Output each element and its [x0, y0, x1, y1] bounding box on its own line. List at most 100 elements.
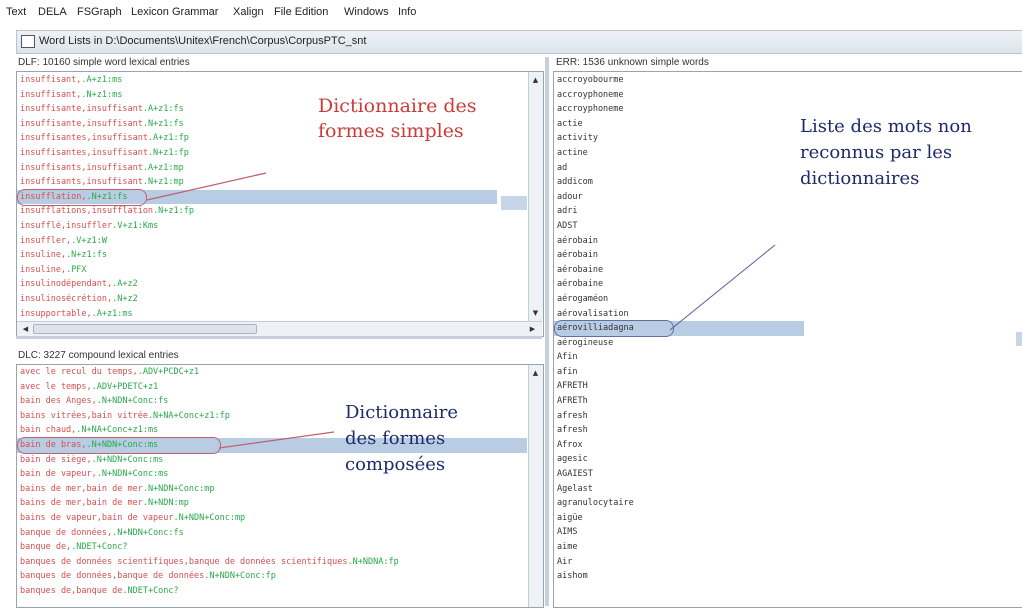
- entry-lemma: insuline,: [20, 264, 67, 275]
- window-icon: [21, 35, 35, 48]
- entry-code: .N+NA+Conc+z1:fp: [147, 410, 230, 421]
- list-item[interactable]: AFRETh: [554, 394, 804, 409]
- list-item[interactable]: addicom: [554, 175, 804, 190]
- list-item[interactable]: ADST: [554, 219, 804, 234]
- list-item[interactable]: Agelast: [554, 482, 804, 497]
- menu-bar: Text DELA FSGraph Lexicon Grammar Xalign…: [0, 0, 1022, 26]
- list-item[interactable]: Afin: [554, 350, 804, 365]
- entry-code: .A+z1:mp: [142, 162, 184, 173]
- highlight-circle: [554, 320, 674, 338]
- list-item[interactable]: insufflations,insufflation.N+z1:fp: [17, 204, 497, 219]
- err-right-marker: [1016, 332, 1022, 346]
- list-item[interactable]: activity: [554, 131, 804, 146]
- list-item[interactable]: aérobaine: [554, 277, 804, 292]
- list-item[interactable]: afin: [554, 365, 804, 380]
- list-item[interactable]: aérogaméon: [554, 292, 804, 307]
- list-item[interactable]: insuffisantes,insuffisant.N+z1:fp: [17, 146, 497, 161]
- scroll-left-icon[interactable]: ◀: [19, 323, 32, 335]
- list-item[interactable]: Afrox: [554, 438, 804, 453]
- entry-code: .PFX: [66, 264, 87, 275]
- list-item[interactable]: insulinodépendant,.A+z2: [17, 277, 497, 292]
- entry-code: .NDET+Conc?: [122, 585, 179, 596]
- entry-code: .ADV+PDETC+z1: [91, 381, 159, 392]
- list-item[interactable]: insulinosécrétion,.N+z2: [17, 292, 497, 307]
- list-item[interactable]: insuline,.N+z1:fs: [17, 248, 497, 263]
- dlf-vertical-scrollbar[interactable]: ▲ ▼: [528, 72, 543, 321]
- err-header: ERR: 1536 unknown simple words: [556, 57, 709, 68]
- menu-windows[interactable]: Windows: [344, 6, 389, 18]
- list-item[interactable]: insuffler,.V+z1:W: [17, 234, 497, 249]
- dlc-vertical-scrollbar[interactable]: ▲: [528, 365, 543, 607]
- list-item[interactable]: banques de données,banque de données.N+N…: [17, 569, 527, 584]
- list-item[interactable]: insufflé,insuffler.V+z1:Kms: [17, 219, 497, 234]
- list-item[interactable]: aérobaine: [554, 263, 804, 278]
- vertical-split-divider[interactable]: [545, 57, 549, 606]
- list-item[interactable]: aérobain: [554, 248, 804, 263]
- list-item[interactable]: afresh: [554, 409, 804, 424]
- list-item[interactable]: bains de mer,bain de mer.N+NDN+Conc:mp: [17, 482, 527, 497]
- list-item[interactable]: bains de vapeur,bain de vapeur.N+NDN+Con…: [17, 511, 527, 526]
- list-item[interactable]: actie: [554, 117, 804, 132]
- list-item[interactable]: afresh: [554, 423, 804, 438]
- list-item[interactable]: banques de données scientifiques,banque …: [17, 555, 527, 570]
- list-item[interactable]: Air: [554, 555, 804, 570]
- list-item[interactable]: ad: [554, 161, 804, 176]
- entry-lemma: insuffisantes,insuffisant: [20, 133, 148, 144]
- list-item[interactable]: adour: [554, 190, 804, 205]
- entry-lemma: bains vitrées,bain vitrée: [20, 410, 148, 421]
- menu-text[interactable]: Text: [6, 6, 26, 18]
- list-item[interactable]: banque de données,.N+NDN+Conc:fs: [17, 526, 527, 541]
- list-item[interactable]: insuffisants,insuffisant.N+z1:mp: [17, 175, 497, 190]
- entry-lemma: insulinodépendant,: [20, 279, 113, 290]
- entry-code: .N+z1:fp: [153, 206, 195, 217]
- list-item[interactable]: aérovalisation: [554, 307, 804, 322]
- menu-lexicon-grammar[interactable]: Lexicon Grammar: [131, 6, 218, 18]
- list-item[interactable]: AGAIEST: [554, 467, 804, 482]
- scroll-up-icon[interactable]: ▲: [529, 74, 542, 86]
- list-item[interactable]: bains de mer,bain de mer.N+NDN:mp: [17, 496, 527, 511]
- list-item[interactable]: insupportable,.A+z1:ms: [17, 307, 497, 322]
- list-item[interactable]: accroyobourme: [554, 73, 804, 88]
- list-item[interactable]: agranulocytaire: [554, 496, 804, 511]
- entry-lemma: insuffisante,insuffisant: [20, 118, 143, 129]
- entry-code: .N+NDN+Conc:ms: [96, 469, 169, 480]
- menu-file-edition[interactable]: File Edition: [274, 6, 328, 18]
- scroll-down-icon[interactable]: ▼: [529, 307, 542, 319]
- list-item[interactable]: insuffisant,.A+z1:ms: [17, 73, 497, 88]
- entry-lemma: banque de,: [20, 542, 72, 553]
- list-item[interactable]: accroyphoneme: [554, 102, 804, 117]
- list-item[interactable]: aérogineuse: [554, 336, 804, 351]
- dlf-horizontal-scrollbar[interactable]: ◀ ▶: [17, 321, 542, 336]
- menu-fsgraph[interactable]: FSGraph: [77, 6, 122, 18]
- dlf-divider-marker: [501, 196, 527, 210]
- menu-info[interactable]: Info: [398, 6, 416, 18]
- list-item[interactable]: actine: [554, 146, 804, 161]
- dlf-scroll-thumb[interactable]: [33, 324, 257, 334]
- entry-lemma: insuffisant,: [20, 75, 82, 85]
- horizontal-split-divider[interactable]: [16, 336, 542, 339]
- entry-code: .V+z1:W: [71, 235, 108, 246]
- list-item[interactable]: aishom: [554, 569, 804, 584]
- list-item[interactable]: banque de,.NDET+Conc?: [17, 540, 527, 555]
- list-item[interactable]: avec le recul du temps,.ADV+PCDC+z1: [17, 365, 527, 380]
- list-item[interactable]: agesic: [554, 452, 804, 467]
- scroll-right-icon[interactable]: ▶: [526, 323, 539, 335]
- list-item[interactable]: avec le temps,.ADV+PDETC+z1: [17, 380, 527, 395]
- list-item[interactable]: aime: [554, 540, 804, 555]
- list-item[interactable]: insuffisants,insuffisant.A+z1:mp: [17, 161, 497, 176]
- list-item[interactable]: adri: [554, 204, 804, 219]
- list-item[interactable]: AFRETH: [554, 379, 804, 394]
- menu-xalign[interactable]: Xalign: [233, 6, 264, 18]
- list-item[interactable]: banques de,banque de.NDET+Conc?: [17, 584, 527, 599]
- entry-lemma: insulinosécrétion,: [20, 293, 113, 304]
- list-item[interactable]: insuline,.PFX: [17, 263, 497, 278]
- window-title-bar[interactable]: Word Lists in D:\Documents\Unitex\French…: [16, 30, 1022, 54]
- list-item[interactable]: aigüe: [554, 511, 804, 526]
- menu-dela[interactable]: DELA: [38, 6, 67, 18]
- list-item[interactable]: aérobain: [554, 234, 804, 249]
- list-item[interactable]: accroyphoneme: [554, 88, 804, 103]
- entry-lemma: insupportable,: [20, 308, 92, 319]
- scroll-up-icon[interactable]: ▲: [529, 367, 542, 379]
- callout-dlc: Dictionnaire des formes composées: [345, 402, 459, 476]
- list-item[interactable]: AIMS: [554, 525, 804, 540]
